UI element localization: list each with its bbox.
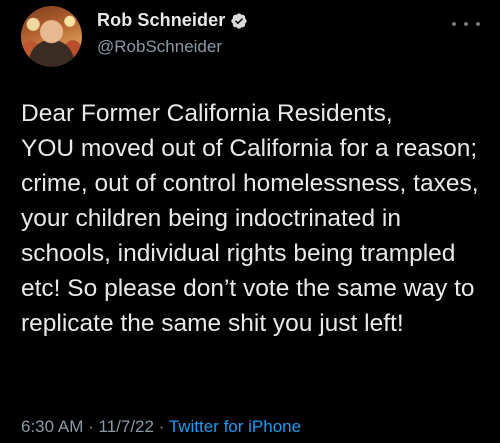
- author-display-name[interactable]: Rob Schneider: [97, 10, 225, 31]
- tweet-card: Rob Schneider @RobSchneider Dear Former …: [0, 0, 500, 443]
- tweet-time[interactable]: 6:30 AM: [21, 417, 83, 436]
- dot: [452, 22, 456, 26]
- author-name-row[interactable]: Rob Schneider: [97, 10, 248, 31]
- more-options-icon[interactable]: [452, 18, 480, 30]
- author-handle[interactable]: @RobSchneider: [97, 37, 222, 57]
- meta-separator: ·: [88, 417, 99, 436]
- tweet-text: Dear Former California Residents, YOU mo…: [21, 100, 479, 337]
- author-avatar[interactable]: [21, 6, 82, 67]
- verified-badge-icon: [231, 12, 248, 29]
- tweet-source-link[interactable]: Twitter for iPhone: [169, 417, 301, 436]
- dot: [476, 22, 480, 26]
- meta-separator: ·: [158, 417, 169, 436]
- tweet-date[interactable]: 11/7/22: [99, 417, 154, 436]
- tweet-metadata: 6:30 AM · 11/7/22 · Twitter for iPhone: [21, 417, 301, 437]
- dot: [464, 22, 468, 26]
